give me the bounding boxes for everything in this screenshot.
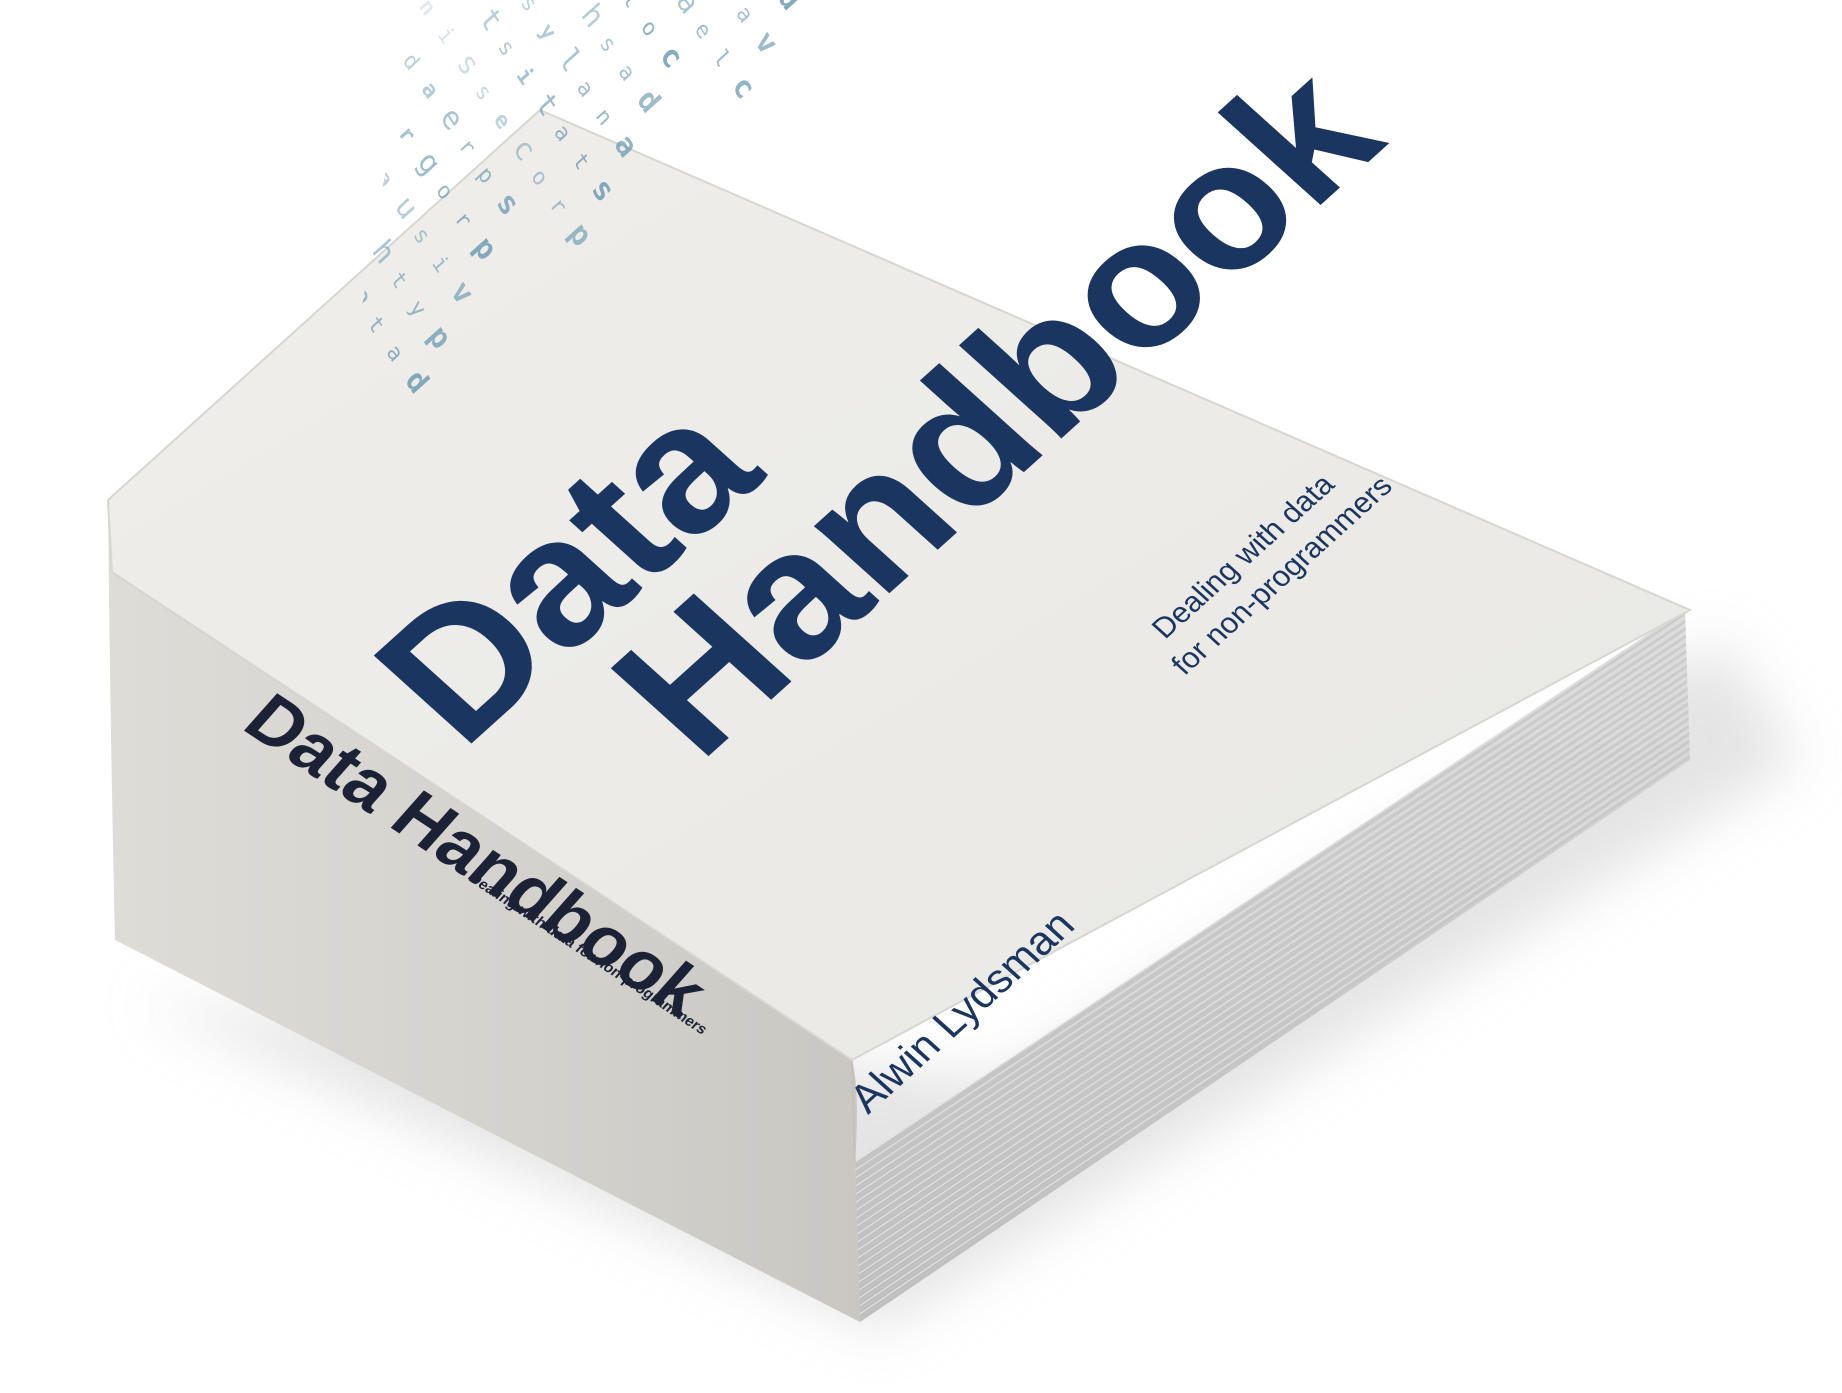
pattern-letter: o	[636, 14, 662, 42]
pattern-letter: i	[319, 7, 345, 35]
pattern-letter: t	[473, 1, 509, 40]
pattern-letter: a	[613, 59, 639, 87]
pattern-letter: s	[450, 45, 486, 84]
pattern-letter: z	[315, 80, 341, 108]
pattern-letter: p	[307, 226, 333, 254]
pattern-letter: v	[748, 24, 784, 63]
pattern-letter: a	[296, 52, 322, 80]
pattern-letter: a	[416, 76, 442, 104]
pattern-letter: y	[534, 18, 560, 46]
pattern-letter: h	[360, 0, 386, 19]
pattern-letter: e	[489, 107, 515, 135]
pattern-letter: l	[708, 45, 734, 73]
pattern-letter: c	[653, 38, 689, 77]
pattern-letter: l	[269, 169, 295, 197]
pattern-letter: l	[617, 0, 643, 14]
pattern-letter: e	[690, 17, 716, 45]
pattern-letter: a	[572, 75, 598, 103]
pattern-letter: i	[259, 0, 285, 23]
pattern-letter: t	[276, 18, 312, 57]
pattern-letter: o	[157, 0, 183, 27]
pattern-letter: s	[516, 0, 542, 18]
pattern-letter: r	[454, 133, 480, 161]
pattern-letter: l	[552, 41, 588, 80]
pattern-letter: i	[251, 141, 277, 169]
pattern-letter: s	[378, 14, 414, 53]
pattern-letter: m	[355, 59, 391, 98]
pattern-letter: b	[557, 0, 583, 2]
pattern-letter: n	[590, 103, 616, 131]
pattern-letter: d	[771, 0, 807, 18]
pattern-letter: t	[194, 56, 220, 84]
pattern-letter: c	[230, 107, 266, 146]
pattern-letter: m	[338, 36, 364, 64]
pattern-letter: r	[394, 121, 420, 149]
pattern-letter: i	[433, 22, 459, 50]
pattern-letter: s	[595, 31, 621, 59]
pattern-letter: i	[332, 103, 368, 142]
pattern-letter: s	[470, 79, 496, 107]
book-mockup-scene: dataapplicationpythonvisualizationprogra…	[0, 0, 1842, 1393]
pattern-letter: i	[512, 63, 538, 91]
pattern-letter: a	[375, 93, 401, 121]
pattern-letter: h	[574, 0, 610, 35]
pattern-letter: p	[286, 192, 322, 231]
pattern-letter: e	[434, 100, 470, 139]
pattern-letter: n	[299, 0, 335, 12]
pattern-letter: d	[398, 48, 424, 76]
pattern-letter: g	[411, 144, 447, 183]
pattern-letter: n	[329, 182, 355, 210]
pattern-letter: i	[174, 22, 210, 61]
pattern-letter: s	[493, 34, 519, 62]
pattern-letter: n	[414, 0, 440, 21]
pattern-letter: a	[731, 1, 757, 29]
pattern-letter: i	[455, 0, 481, 5]
pattern-letter: d	[630, 82, 666, 121]
pattern-letter: a	[325, 254, 351, 282]
pattern-letter: a	[213, 84, 239, 112]
book-mockup-illustration: dataapplicationpythonvisualizationprogra…	[106, 0, 1800, 1330]
pattern-letter: o	[348, 210, 374, 238]
pattern-letter: a	[371, 165, 397, 193]
pattern-letter: a	[669, 0, 705, 22]
pattern-letter: c	[726, 68, 762, 107]
pattern-letter: l	[352, 137, 378, 165]
